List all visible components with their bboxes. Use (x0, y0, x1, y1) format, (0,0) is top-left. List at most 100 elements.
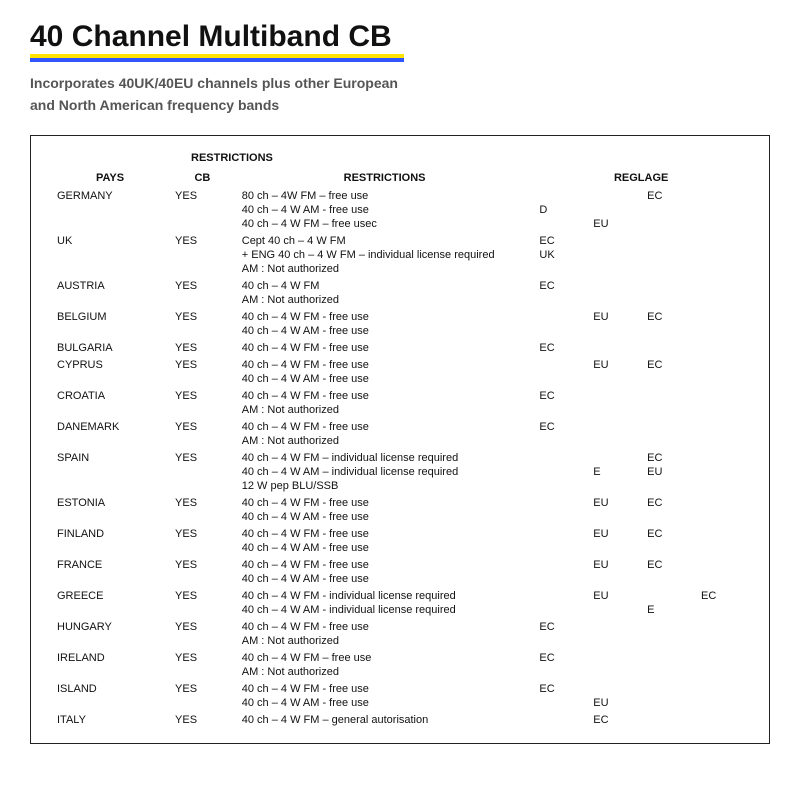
cell: FINLAND (51, 524, 169, 541)
cell: EC (641, 524, 695, 541)
cell: 80 ch – 4W FM – free use (236, 186, 534, 203)
table-row: ESTONIAYES40 ch – 4 W FM - free useEUEC (51, 493, 749, 510)
cell (587, 386, 641, 403)
cell: AM : Not authorized (236, 293, 534, 307)
cell: EC (587, 710, 641, 727)
cell (169, 572, 236, 586)
cell (533, 434, 587, 448)
cell (641, 617, 695, 634)
cell (169, 479, 236, 493)
cell (533, 307, 587, 324)
th-restrictions: RESTRICTIONS (236, 170, 534, 186)
cell: 40 ch – 4 W FM - free use (236, 386, 534, 403)
cell (641, 262, 695, 276)
cell (587, 186, 641, 203)
cell: 40 ch – 4 W FM - free use (236, 524, 534, 541)
cell (641, 231, 695, 248)
cell: EC (533, 617, 587, 634)
cell: YES (169, 338, 236, 355)
table-row: HUNGARYYES40 ch – 4 W FM - free useEC (51, 617, 749, 634)
cell: 40 ch – 4 W AM - free use (236, 324, 534, 338)
cell: UK (51, 231, 169, 248)
th-cb: CB (169, 170, 236, 186)
page-title: 40 Channel Multiband CB (30, 20, 404, 58)
table-row: AUSTRIAYES40 ch – 4 W FMEC (51, 276, 749, 293)
cell (695, 386, 749, 403)
cell: 40 ch – 4 W AM - free use (236, 372, 534, 386)
restrictions-panel: RESTRICTIONS PAYS CB RESTRICTIONS REGLAG… (30, 135, 770, 744)
cell: SPAIN (51, 448, 169, 465)
cell (533, 262, 587, 276)
cell (641, 293, 695, 307)
table-row: GREECEYES40 ch – 4 W FM - individual lic… (51, 586, 749, 603)
cell: EC (641, 448, 695, 465)
cell: YES (169, 648, 236, 665)
cell (169, 510, 236, 524)
cell: YES (169, 555, 236, 572)
cell (169, 248, 236, 262)
cell (641, 276, 695, 293)
cell (695, 293, 749, 307)
cell: YES (169, 679, 236, 696)
cell: HUNGARY (51, 617, 169, 634)
cell (695, 338, 749, 355)
th-reg-a (533, 170, 587, 186)
cell (695, 262, 749, 276)
cell: EC (533, 648, 587, 665)
table-row: UKYESCept 40 ch – 4 W FMEC (51, 231, 749, 248)
cell (587, 648, 641, 665)
cell: YES (169, 524, 236, 541)
cell (169, 203, 236, 217)
table-row: FRANCEYES40 ch – 4 W FM - free useEUEC (51, 555, 749, 572)
cell: CYPRUS (51, 355, 169, 372)
cell: 40 ch – 4 W FM - free use (236, 617, 534, 634)
cell: YES (169, 493, 236, 510)
cell: EC (641, 186, 695, 203)
cell (695, 276, 749, 293)
cell (533, 555, 587, 572)
cell (51, 372, 169, 386)
cell (533, 448, 587, 465)
cell: 40 ch – 4 W AM - individual license requ… (236, 603, 534, 617)
cell (695, 648, 749, 665)
cell: AM : Not authorized (236, 665, 534, 679)
cell: 40 ch – 4 W FM - individual license requ… (236, 586, 534, 603)
cell (695, 186, 749, 203)
cell (641, 324, 695, 338)
cell: 40 ch – 4 W AM - free use (236, 572, 534, 586)
table-row: 40 ch – 4 W FM – free usecEU (51, 217, 749, 231)
cell: D (533, 203, 587, 217)
cell (51, 696, 169, 710)
th-reglage: REGLAGE (587, 170, 695, 186)
cell (169, 541, 236, 555)
table-row: 40 ch – 4 W AM – individual license requ… (51, 465, 749, 479)
cell (51, 217, 169, 231)
cell: 40 ch – 4 W FM - free use (236, 493, 534, 510)
cell (533, 217, 587, 231)
cell (641, 586, 695, 603)
cell: DANEMARK (51, 417, 169, 434)
cell (695, 541, 749, 555)
cell (169, 262, 236, 276)
cell: ESTONIA (51, 493, 169, 510)
table-row: IRELANDYES40 ch – 4 W FM – free useEC (51, 648, 749, 665)
cell (587, 634, 641, 648)
cell (533, 696, 587, 710)
table-row: BULGARIAYES40 ch – 4 W FM - free useEC (51, 338, 749, 355)
cell (641, 710, 695, 727)
cell (695, 524, 749, 541)
table-row: AM : Not authorized (51, 634, 749, 648)
cell (169, 372, 236, 386)
cell (695, 465, 749, 479)
cell: 12 W pep BLU/SSB (236, 479, 534, 493)
cell (695, 510, 749, 524)
table-row: GERMANYYES80 ch – 4W FM – free useEC (51, 186, 749, 203)
cell (695, 603, 749, 617)
table-row: 40 ch – 4 W AM - free use (51, 510, 749, 524)
cell (533, 372, 587, 386)
cell: GERMANY (51, 186, 169, 203)
table-row: CYPRUSYES40 ch – 4 W FM - free useEUEC (51, 355, 749, 372)
cell: + ENG 40 ch – 4 W FM – individual licens… (236, 248, 534, 262)
cell: 40 ch – 4 W FM – free usec (236, 217, 534, 231)
table-row: 40 ch – 4 W AM - free use (51, 572, 749, 586)
